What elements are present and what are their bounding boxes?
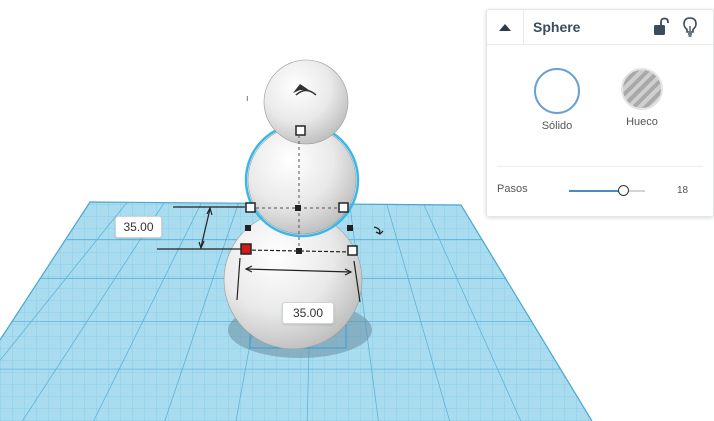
hole-option[interactable]: Hueco <box>612 68 672 128</box>
steps-slider-thumb[interactable] <box>617 185 629 196</box>
visibility-button[interactable] <box>681 16 699 38</box>
center-handle-base[interactable] <box>296 248 302 254</box>
corner-handle-active[interactable] <box>240 243 252 255</box>
corner-handle-bottom-right[interactable] <box>347 245 358 256</box>
cursor-marker: ı <box>246 93 249 103</box>
corner-handle-top-left[interactable] <box>245 202 256 213</box>
edge-handle-left[interactable] <box>245 225 251 231</box>
hole-swatch[interactable] <box>621 68 663 110</box>
lightbulb-icon <box>683 17 697 37</box>
edge-handle-right[interactable] <box>347 225 353 231</box>
unlock-icon <box>654 17 669 35</box>
collapse-button[interactable] <box>487 10 524 44</box>
center-handle[interactable] <box>295 205 301 211</box>
triangle-up-icon <box>499 24 511 31</box>
hole-label: Hueco <box>626 116 658 128</box>
height-input[interactable]: 35.00 <box>115 216 162 238</box>
shape-inspector-panel: Sphere Sólido Hueco Pasos 18 <box>486 9 714 217</box>
solid-option[interactable]: Sólido <box>527 68 587 132</box>
solid-label: Sólido <box>541 120 573 132</box>
corner-handle-top-right[interactable] <box>338 202 349 213</box>
lock-button[interactable] <box>652 17 670 37</box>
steps-label: Pasos <box>497 183 528 195</box>
solid-swatch[interactable] <box>534 68 580 114</box>
inspector-header: Sphere <box>487 10 713 45</box>
steps-value: 18 <box>677 185 689 196</box>
steps-slider-fill <box>569 190 623 192</box>
width-input[interactable]: 35.00 <box>282 302 334 324</box>
divider <box>497 166 703 167</box>
shape-title: Sphere <box>533 19 581 35</box>
top-sphere[interactable] <box>263 59 349 145</box>
lift-handle[interactable] <box>295 125 306 136</box>
